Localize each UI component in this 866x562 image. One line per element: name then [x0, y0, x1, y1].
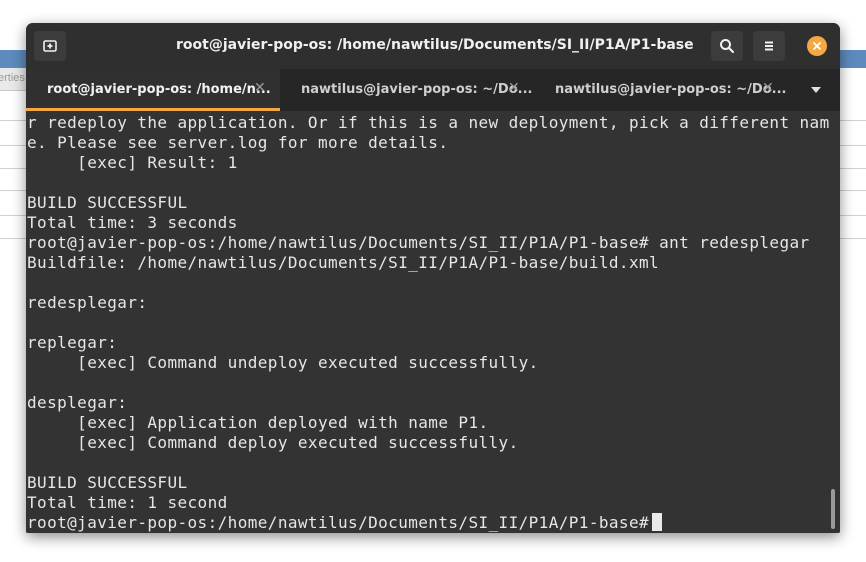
- terminal-line: root@javier-pop-os:/home/nawtilus/Docume…: [27, 233, 810, 252]
- tab-bar: root@javier-pop-os: /home/n... ✕ nawtilu…: [26, 69, 840, 111]
- terminal-text: r redeploy the application. Or if this i…: [27, 113, 830, 533]
- terminal-output[interactable]: r redeploy the application. Or if this i…: [26, 111, 840, 533]
- window-title: root@javier-pop-os: /home/nawtilus/Docum…: [176, 37, 694, 53]
- search-button[interactable]: [711, 31, 743, 61]
- terminal-line: e. Please see server.log for more detail…: [27, 133, 449, 152]
- terminal-line: BUILD SUCCESSFUL: [27, 193, 188, 212]
- background-tab-label: erties: [0, 72, 25, 84]
- terminal-line: Buildfile: /home/nawtilus/Documents/SI_I…: [27, 253, 660, 272]
- background-tab: erties: [0, 68, 28, 91]
- terminal-line: Total time: 1 second: [27, 493, 228, 512]
- terminal-line: [exec] Command deploy executed successfu…: [27, 433, 519, 452]
- tab-close-icon[interactable]: ✕: [508, 80, 520, 96]
- close-icon: [813, 42, 821, 50]
- tab-label: root@javier-pop-os: /home/n...: [47, 82, 271, 97]
- hamburger-menu-icon: [765, 41, 773, 51]
- search-icon: [720, 39, 735, 54]
- terminal-line: Total time: 3 seconds: [27, 213, 238, 232]
- tab-3[interactable]: nawtilus@javier-pop-os: ~/Do... ✕: [534, 69, 788, 111]
- tab-label: nawtilus@javier-pop-os: ~/Do...: [555, 82, 787, 97]
- terminal-line: desplegar:: [27, 393, 128, 412]
- tab-1[interactable]: root@javier-pop-os: /home/n... ✕: [26, 69, 280, 111]
- terminal-line: r redeploy the application. Or if this i…: [27, 113, 830, 132]
- tab-close-icon[interactable]: ✕: [762, 80, 774, 96]
- terminal-window: root@javier-pop-os: /home/nawtilus/Docum…: [26, 23, 840, 533]
- tab-close-icon[interactable]: ✕: [254, 80, 266, 96]
- terminal-scrollbar[interactable]: [831, 489, 835, 529]
- new-tab-button[interactable]: [34, 31, 66, 61]
- menu-button[interactable]: [753, 31, 785, 61]
- close-window-button[interactable]: [807, 36, 827, 56]
- terminal-prompt-line[interactable]: root@javier-pop-os:/home/nawtilus/Docume…: [27, 513, 830, 533]
- tab-list-dropdown[interactable]: [806, 83, 826, 97]
- title-bar[interactable]: root@javier-pop-os: /home/nawtilus/Docum…: [26, 23, 840, 69]
- new-tab-icon: [43, 40, 57, 52]
- tab-label: nawtilus@javier-pop-os: ~/Do...: [301, 82, 533, 97]
- terminal-line: [exec] Result: 1: [27, 153, 238, 172]
- tab-2[interactable]: nawtilus@javier-pop-os: ~/Do... ✕: [280, 69, 534, 111]
- terminal-line: redesplegar:: [27, 293, 148, 312]
- terminal-line: [exec] Command undeploy executed success…: [27, 353, 539, 372]
- terminal-line: replegar:: [27, 333, 118, 352]
- text-cursor: [652, 513, 663, 531]
- terminal-prompt: root@javier-pop-os:/home/nawtilus/Docume…: [27, 513, 650, 532]
- terminal-line: [exec] Application deployed with name P1…: [27, 413, 489, 432]
- chevron-down-icon: [811, 87, 821, 93]
- terminal-line: BUILD SUCCESSFUL: [27, 473, 188, 492]
